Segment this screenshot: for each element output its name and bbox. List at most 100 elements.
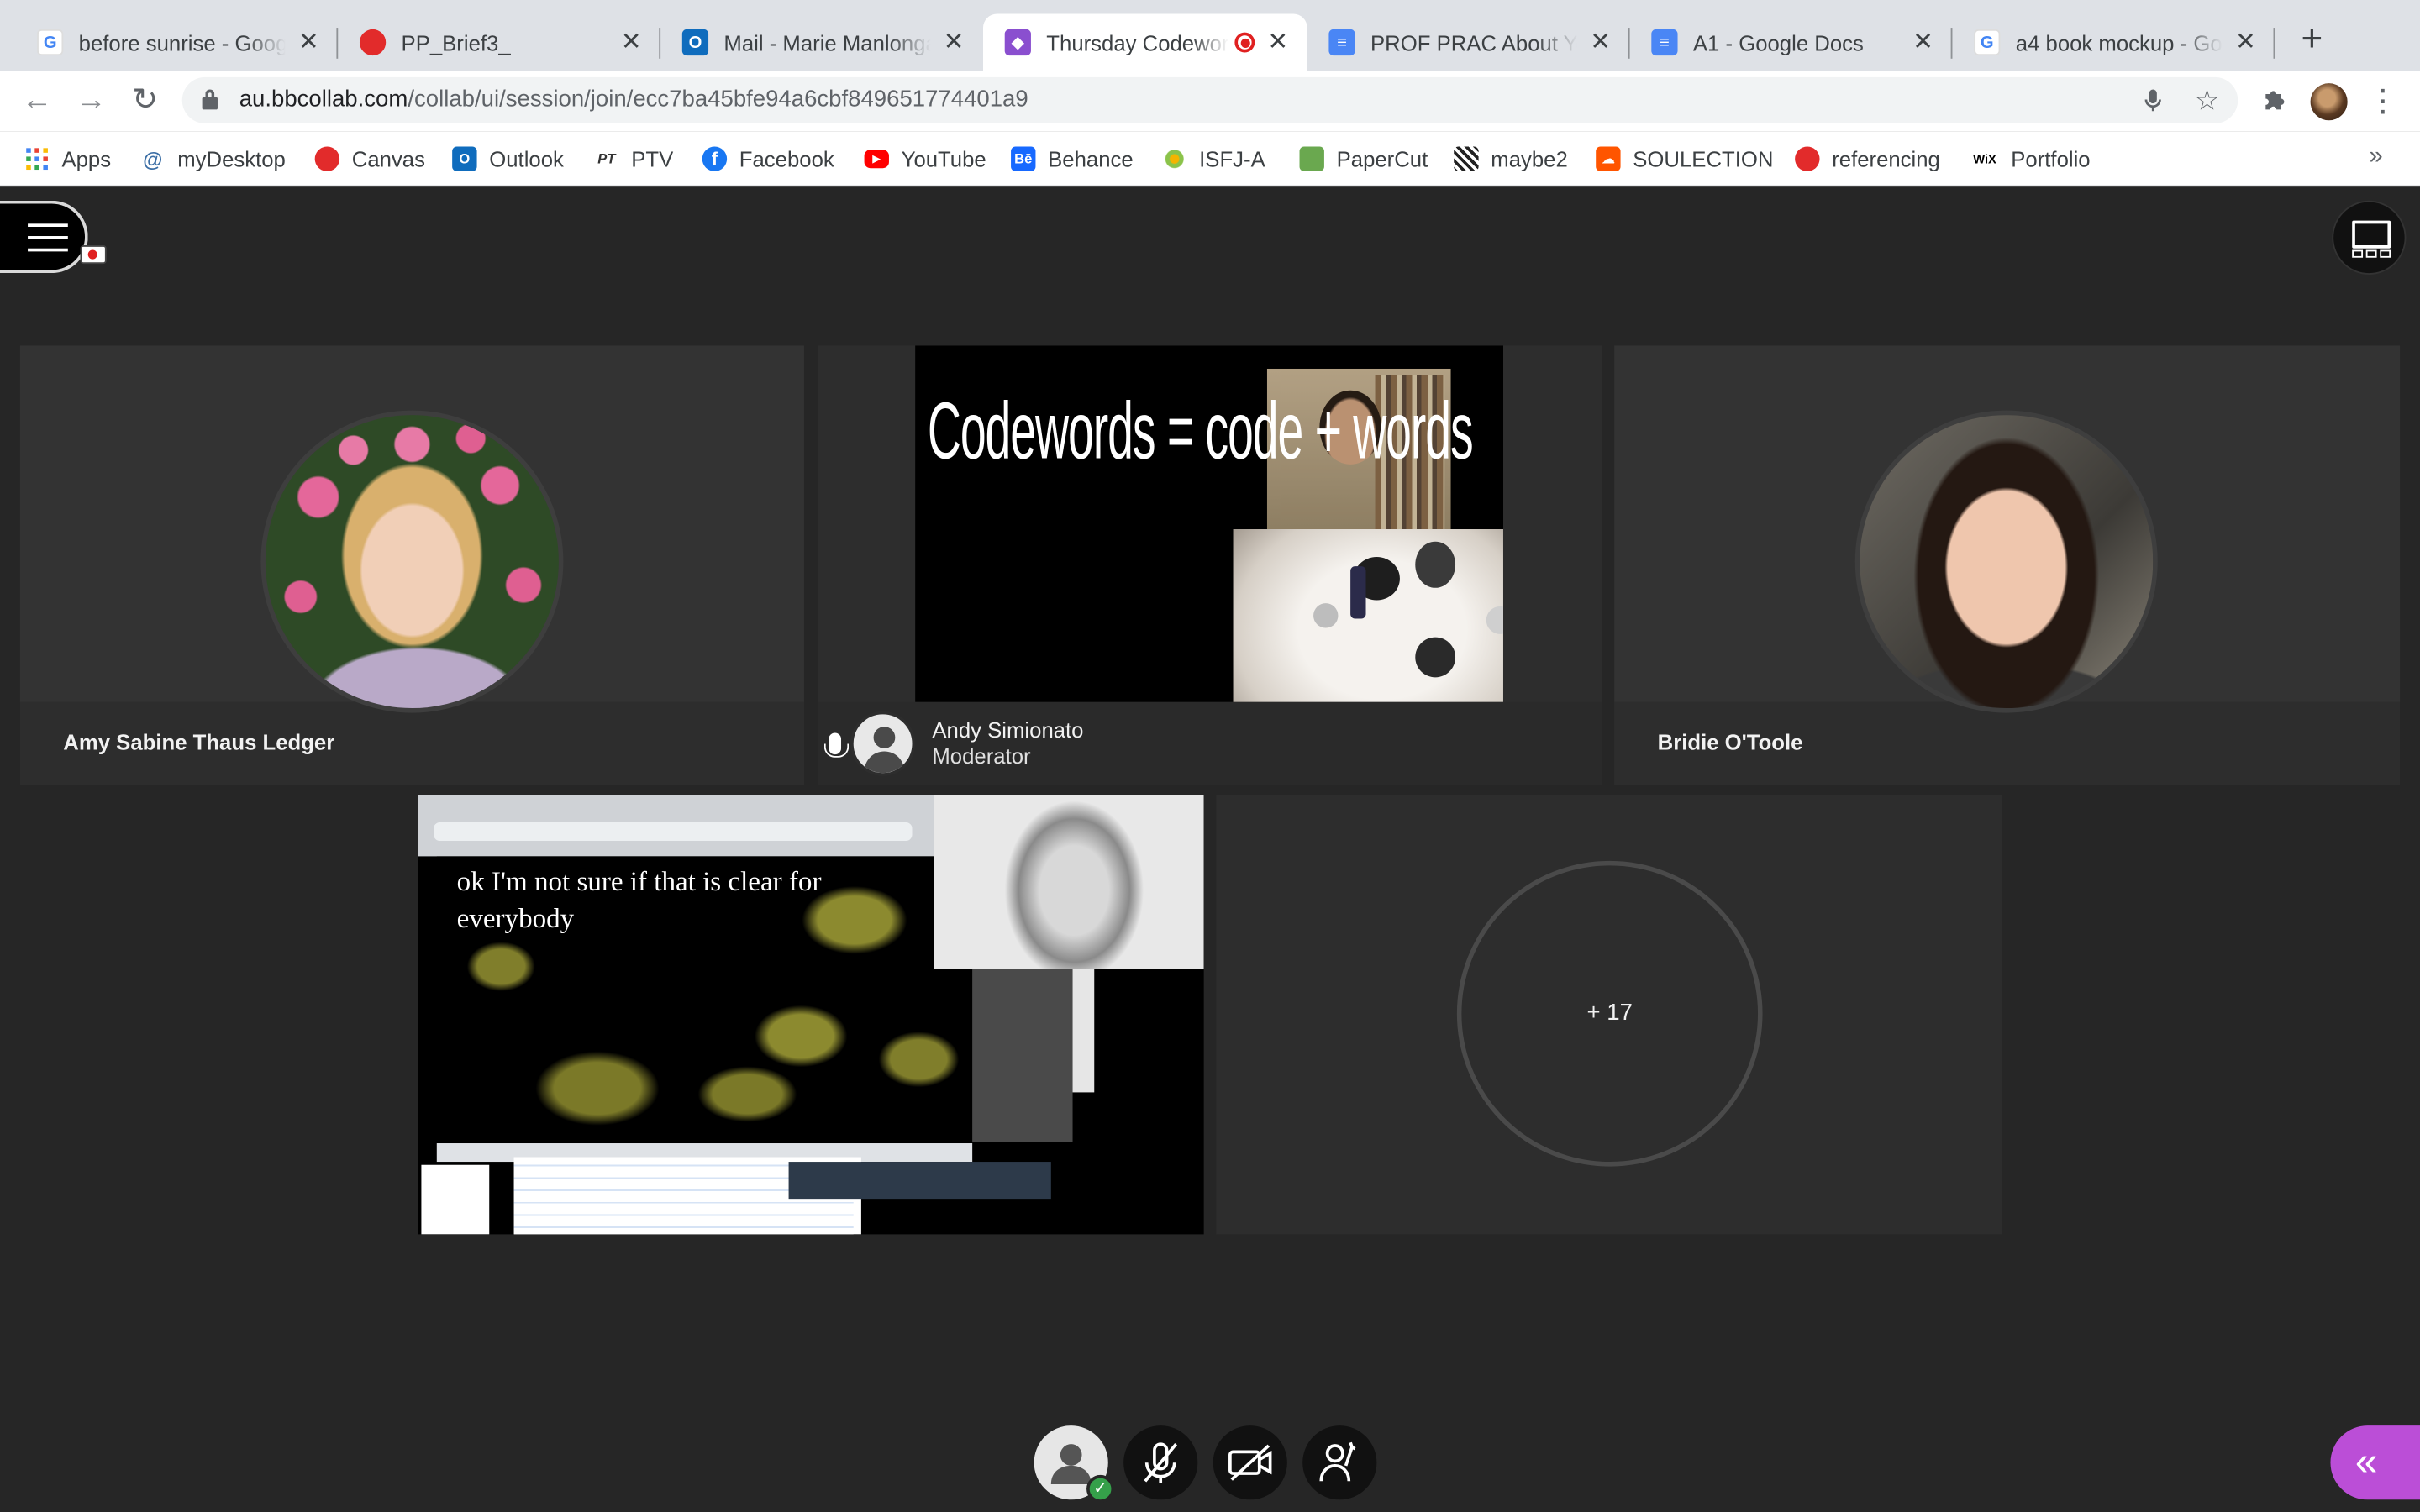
bookmark-star-icon[interactable]: ☆ bbox=[2193, 87, 2221, 114]
google-docs-icon: ≡ bbox=[1328, 29, 1355, 56]
bookmark-label: Apps bbox=[61, 146, 112, 171]
bookmark-isfj[interactable]: ISFJ-A bbox=[1162, 145, 1265, 173]
forward-arrow-icon[interactable]: → bbox=[71, 81, 111, 122]
mydesktop-icon: @ bbox=[140, 146, 166, 171]
microphone-muted-icon bbox=[1144, 1442, 1178, 1483]
soundcloud-icon: ☁ bbox=[1596, 146, 1621, 171]
screen-share-tile[interactable]: ok I'm not sure if that is clear for eve… bbox=[418, 794, 1204, 1235]
bookmark-label: SOULECTION bbox=[1633, 146, 1774, 171]
bookmark-canvas[interactable]: Canvas bbox=[314, 145, 425, 173]
google-docs-icon: ≡ bbox=[1651, 29, 1678, 56]
bookmark-apps[interactable]: Apps bbox=[24, 145, 111, 173]
participant-name: Amy Sabine Thaus Ledger bbox=[63, 729, 335, 755]
shared-browser-chrome bbox=[418, 794, 934, 857]
outlook-icon: O bbox=[681, 29, 709, 56]
close-tab-icon[interactable]: ✕ bbox=[295, 29, 323, 56]
bookmark-portfolio[interactable]: WiX Portfolio bbox=[1970, 145, 2091, 173]
layout-toggle-button[interactable] bbox=[2332, 200, 2407, 275]
extensions-puzzle-icon[interactable] bbox=[2258, 85, 2291, 118]
bookmark-behance[interactable]: Bē Behance bbox=[1011, 145, 1134, 173]
bookmark-mydesktop[interactable]: @ myDesktop bbox=[140, 145, 286, 173]
recording-icon bbox=[80, 245, 107, 265]
close-tab-icon[interactable]: ✕ bbox=[1586, 29, 1614, 56]
close-tab-icon[interactable]: ✕ bbox=[940, 29, 968, 56]
raise-hand-button[interactable] bbox=[1302, 1425, 1377, 1500]
bookmark-referencing[interactable]: referencing bbox=[1795, 145, 1940, 173]
tab-thursday-codewords[interactable]: ◆ Thursday Codewords ✕ bbox=[983, 13, 1307, 71]
google-icon: G bbox=[37, 29, 64, 56]
participant-name: Andy Simionato bbox=[932, 717, 1084, 743]
shared-video: Codewords = code + words bbox=[915, 345, 1503, 702]
address-bar[interactable]: au.bbcollab.com/collab/ui/session/join/e… bbox=[182, 76, 2238, 123]
participant-tile-amy[interactable]: Amy Sabine Thaus Ledger bbox=[19, 345, 804, 785]
bookmark-outlook[interactable]: O Outlook bbox=[452, 145, 564, 173]
tab-mail[interactable]: O Mail - Marie Manlongat ✕ bbox=[660, 14, 983, 71]
more-participants-tile[interactable]: + 17 bbox=[1216, 794, 2002, 1235]
browser-toolbar: ← → ↻ au.bbcollab.com/collab/ui/session/… bbox=[0, 71, 2420, 132]
apps-grid-icon bbox=[24, 146, 49, 171]
bookmark-facebook[interactable]: f Facebook bbox=[702, 145, 834, 173]
participant-avatar bbox=[1854, 410, 2158, 713]
camera-off-icon bbox=[1228, 1444, 1272, 1481]
browser-tab-strip: G before sunrise - Google ✕ PP_Brief3_ ✕… bbox=[0, 0, 2420, 71]
moderator-avatar-icon bbox=[850, 711, 916, 776]
tab-label: a4 book mockup - Google bbox=[2015, 29, 2223, 55]
canvas-icon bbox=[359, 29, 387, 56]
status-check-icon: ✓ bbox=[1086, 1474, 1115, 1503]
bookmark-label: Portfolio bbox=[2011, 146, 2091, 171]
lock-icon bbox=[202, 89, 218, 110]
camera-toggle-button[interactable] bbox=[1213, 1425, 1287, 1500]
maybe2-icon bbox=[1454, 146, 1479, 171]
participant-tile-bridie[interactable]: Bridie O'Toole bbox=[1614, 345, 2401, 785]
tab-prof-prac[interactable]: ≡ PROF PRAC About You ✕ bbox=[1307, 14, 1630, 71]
raise-hand-icon bbox=[1319, 1441, 1356, 1482]
tab-pp-brief[interactable]: PP_Brief3_ ✕ bbox=[338, 14, 661, 71]
new-tab-button[interactable]: + bbox=[2293, 21, 2330, 60]
bookmark-soulection[interactable]: ☁ SOULECTION bbox=[1596, 145, 1773, 173]
bookmark-ptv[interactable]: PT PTV bbox=[594, 145, 673, 173]
url-path: /collab/ui/session/join/ecc7ba45bfe94a6c… bbox=[408, 86, 1028, 113]
bookmark-label: Outlook bbox=[489, 146, 564, 171]
microphone-toggle-button[interactable] bbox=[1123, 1425, 1198, 1500]
close-tab-icon[interactable]: ✕ bbox=[1909, 29, 1937, 56]
open-collaborate-panel-button[interactable]: « bbox=[2330, 1425, 2420, 1500]
youtube-icon: ▶ bbox=[864, 150, 889, 169]
facebook-icon: f bbox=[702, 146, 728, 171]
tab-before-sunrise[interactable]: G before sunrise - Google ✕ bbox=[15, 14, 339, 71]
participant-avatar bbox=[260, 410, 564, 713]
bookmark-papercut[interactable]: PaperCut bbox=[1299, 145, 1428, 173]
back-arrow-icon[interactable]: ← bbox=[17, 81, 57, 122]
close-tab-icon[interactable]: ✕ bbox=[1264, 29, 1292, 56]
reload-icon[interactable]: ↻ bbox=[125, 81, 166, 122]
profile-avatar[interactable] bbox=[2310, 83, 2348, 121]
recording-indicator-icon bbox=[1234, 32, 1255, 53]
url-text: au.bbcollab.com/collab/ui/session/join/e… bbox=[239, 87, 1028, 113]
bookmark-label: PTV bbox=[631, 146, 674, 171]
bookmark-youtube[interactable]: ▶ YouTube bbox=[864, 145, 986, 173]
collaborate-icon: ◆ bbox=[1004, 29, 1031, 56]
browser-menu-icon[interactable]: ⋮ bbox=[2366, 85, 2400, 118]
layout-cells bbox=[2352, 249, 2391, 258]
close-tab-icon[interactable]: ✕ bbox=[618, 29, 645, 56]
tab-a1-google-docs[interactable]: ≡ A1 - Google Docs ✕ bbox=[1630, 14, 1953, 71]
tab-a4-book-mockup[interactable]: G a4 book mockup - Google ✕ bbox=[1952, 14, 2275, 71]
canvas-icon bbox=[314, 146, 340, 171]
more-participants-count: + 17 bbox=[1586, 1000, 1633, 1026]
more-bookmarks-button[interactable]: » bbox=[2369, 144, 2382, 171]
shared-panel bbox=[972, 969, 1073, 1142]
microphone-icon[interactable] bbox=[2139, 87, 2167, 114]
microphone-icon bbox=[823, 732, 850, 758]
bookmark-maybe2[interactable]: maybe2 bbox=[1454, 145, 1568, 173]
my-status-button[interactable]: ✓ bbox=[1034, 1425, 1115, 1503]
bookmark-label: Canvas bbox=[351, 146, 425, 171]
participant-tile-andy[interactable]: Codewords = code + words Andy Simionato … bbox=[818, 345, 1602, 785]
outlook-icon: O bbox=[452, 146, 477, 171]
bookmark-label: referencing bbox=[1832, 146, 1940, 171]
ptv-icon: PT bbox=[594, 146, 619, 171]
tab-label: Thursday Codewords bbox=[1046, 29, 1229, 55]
bookmark-label: YouTube bbox=[901, 146, 986, 171]
session-menu-button[interactable] bbox=[0, 200, 88, 274]
shared-slide-text: Codewords = code + words bbox=[927, 387, 1474, 477]
hamburger-icon bbox=[28, 248, 68, 252]
close-tab-icon[interactable]: ✕ bbox=[2232, 29, 2260, 56]
